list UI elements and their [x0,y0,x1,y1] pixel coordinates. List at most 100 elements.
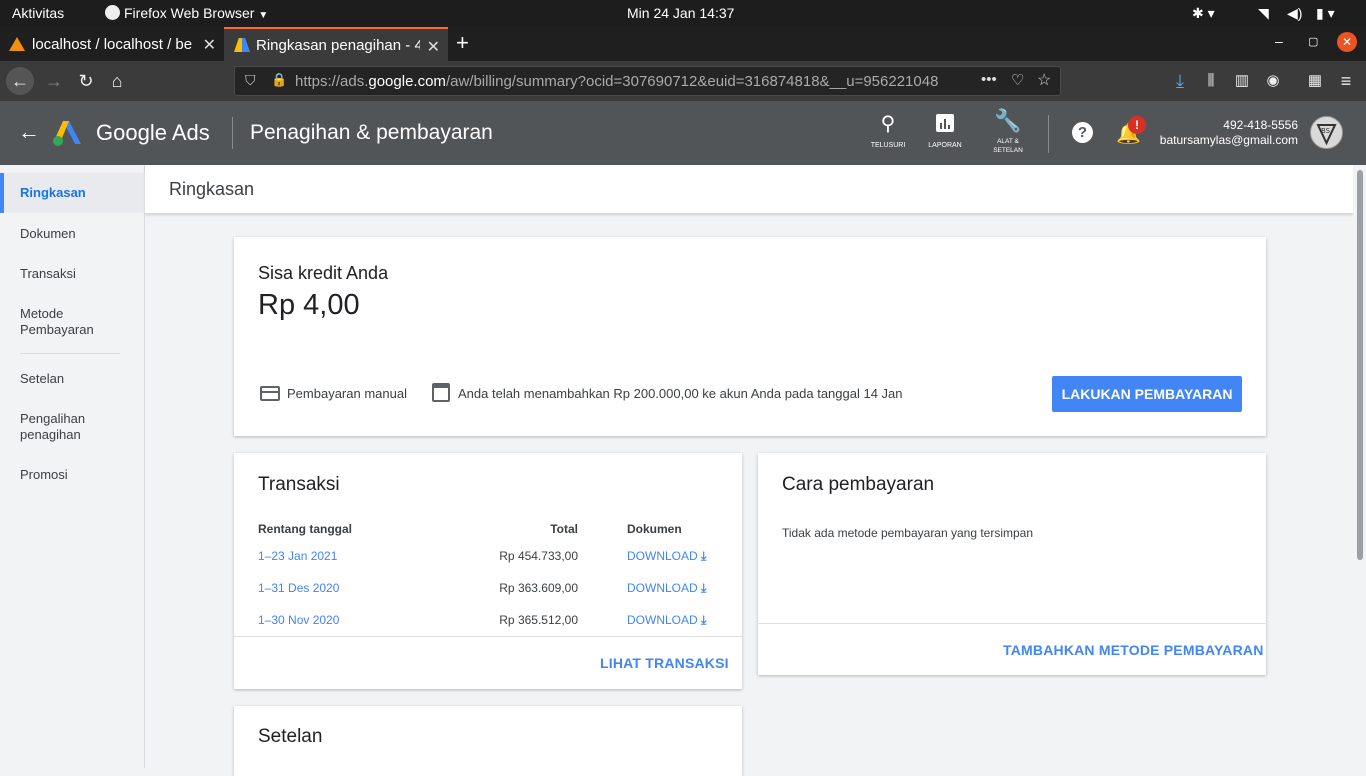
url-prefix: https://ads. [295,73,369,90]
sidebar-item-label: Pengalihan [20,411,86,426]
sidebar-item-label: Metode [20,306,64,321]
tools-settings-tool[interactable]: 🔧 ALAT & SETELAN [984,109,1032,155]
settings-heading: Setelan [258,726,323,747]
card-divider [234,636,742,637]
account-icon[interactable]: ◉ [1259,67,1287,95]
wrench-icon: 🔧 [994,108,1022,133]
sidebar-item-pengalihan-penagihan[interactable]: Pengalihan penagihan [20,411,85,443]
search-tool-label: TELUSURI [870,142,906,149]
view-transactions-button[interactable]: LIHAT TRANSAKSI [600,655,729,671]
row-total: Rp 365.512,00 [499,613,578,627]
help-icon[interactable]: ? [1072,122,1093,143]
sidebar-item-label-line2: penagihan [20,427,81,442]
firefox-icon [105,5,120,20]
clock[interactable]: Min 24 Jan 14:37 [627,5,734,21]
sidebar-item-promosi[interactable]: Promosi [20,467,68,483]
back-icon[interactable]: ← [6,67,34,95]
credit-amount: Rp 4,00 [258,289,360,321]
phpmyadmin-icon [9,37,25,51]
settings-card: Setelan [234,706,742,776]
ads-header: ← Google Ads Penagihan & pembayaran ⚲ TE… [0,101,1366,165]
download-link[interactable]: DOWNLOAD ⤓ [627,549,706,564]
pocket-icon[interactable]: ♡ [1011,71,1024,89]
download-icon: ⤓ [701,581,707,595]
date-range-link[interactable]: 1–30 Nov 2020 [258,613,339,627]
sidebar-item-dokumen[interactable]: Dokumen [20,226,76,242]
system-top-bar: Aktivitas Firefox Web Browser ▼ Min 24 J… [0,0,1366,27]
credit-note: Anda telah menambahkan Rp 200.000,00 ke … [458,386,903,401]
credit-card-icon [260,386,280,401]
close-tab-icon[interactable]: ✕ [427,37,440,57]
home-icon[interactable]: ⌂ [103,67,131,95]
download-link[interactable]: DOWNLOAD ⤓ [627,581,706,596]
minimize-icon[interactable]: – [1275,33,1283,49]
bookmark-star-icon[interactable]: ☆ [1037,70,1051,90]
calendar-icon [432,383,450,402]
battery-icon[interactable]: ▮ ▾ [1316,5,1335,22]
tab-title: localhost / localhost / be [32,35,193,53]
payment-mode: Pembayaran manual [287,386,407,401]
extensions-icon[interactable]: ▦ [1301,67,1329,95]
forward-icon[interactable]: → [40,67,68,95]
download-link[interactable]: DOWNLOAD ⤓ [627,613,706,628]
volume-icon[interactable]: ◀) [1287,5,1302,22]
notification-badge: ! [1128,116,1146,134]
sidebar-item-transaksi[interactable]: Transaksi [20,266,76,282]
new-tab-icon[interactable]: + [456,30,469,56]
app-menu[interactable]: Firefox Web Browser ▼ [105,5,268,21]
library-icon[interactable]: ⫼ [1197,67,1225,95]
sidebar-toggle-icon[interactable]: ▥ [1228,67,1256,95]
section-title: Ringkasan [169,179,255,199]
url-text[interactable]: https://ads.google.com/aw/billing/summar… [295,73,985,90]
downloads-icon[interactable]: ⤓ [1166,67,1194,95]
maximize-icon[interactable]: ▢ [1308,35,1318,48]
date-range-link[interactable]: 1–23 Jan 2021 [258,549,337,563]
search-tool[interactable]: ⚲ TELUSURI [866,113,910,149]
page-heading-bar: Ringkasan [145,165,1353,214]
wifi-icon[interactable]: ◥ [1258,5,1269,22]
tab-title: Ringkasan penagihan - 4 [256,36,420,54]
activities-button[interactable]: Aktivitas [12,5,64,21]
tab-phpmyadmin[interactable]: localhost / localhost / be ✕ [0,27,224,61]
column-header-range: Rentang tanggal [258,522,353,536]
date-range-link[interactable]: 1–31 Des 2020 [258,581,339,595]
add-payment-method-button[interactable]: TAMBAHKAN METODE PEMBAYARAN [1003,642,1264,658]
account-id: 492-418-5556 [1223,118,1298,132]
url-bar[interactable]: ⛉ 🔒 https://ads.google.com/aw/billing/su… [234,66,1061,96]
close-tab-icon[interactable]: ✕ [203,35,216,55]
product-google: Google [96,120,167,145]
sidebar: Ringkasan Dokumen Transaksi Metode Pembay… [0,165,145,768]
back-arrow-icon[interactable]: ← [18,119,40,145]
sidebar-item-setelan[interactable]: Setelan [20,371,64,387]
page-actions-icon[interactable]: ••• [981,71,997,88]
navigation-toolbar: ← → ↻ ⌂ ⛉ 🔒 https://ads.google.com/aw/bi… [0,61,1366,101]
tab-billing-summary[interactable]: Ringkasan penagihan - 4 ✕ [224,27,448,61]
table-row: 1–23 Jan 2021 Rp 454.733,00 DOWNLOAD ⤓ [234,549,742,569]
reload-icon[interactable]: ↻ [72,67,100,95]
column-header-document: Dokumen [627,522,682,536]
active-indicator [0,173,4,213]
reports-tool[interactable]: LAPORAN [923,113,967,149]
close-window-icon[interactable]: ✕ [1337,32,1357,52]
sidebar-divider [20,353,120,354]
lock-icon[interactable]: 🔒 [271,72,287,88]
avatar[interactable]: BS [1310,116,1343,149]
credit-heading: Sisa kredit Anda [258,263,389,283]
google-ads-logo-icon [52,119,82,152]
make-payment-button[interactable]: LAKUKAN PEMBAYARAN [1052,376,1242,412]
sidebar-item-ringkasan[interactable]: Ringkasan [0,173,145,213]
card-divider [758,623,1266,624]
scrollbar-thumb[interactable] [1357,170,1363,560]
search-icon: ⚲ [880,113,896,135]
table-row: 1–31 Des 2020 Rp 363.609,00 DOWNLOAD ⤓ [234,581,742,601]
column-header-total: Total [550,522,578,536]
app-menu-label: Firefox Web Browser [124,5,255,21]
shield-icon[interactable]: ⛉ [245,72,256,89]
sidebar-item-metode-pembayaran[interactable]: Metode Pembayaran [20,306,94,338]
svg-text:BS: BS [1321,127,1331,135]
accessibility-icon[interactable]: ✱ ▾ [1192,5,1215,22]
url-domain: google.com [368,73,446,90]
tools-label: ALAT & [997,138,1019,145]
menu-icon[interactable]: ≡ [1332,67,1360,95]
account-email: batursamylas@gmail.com [1159,133,1298,147]
